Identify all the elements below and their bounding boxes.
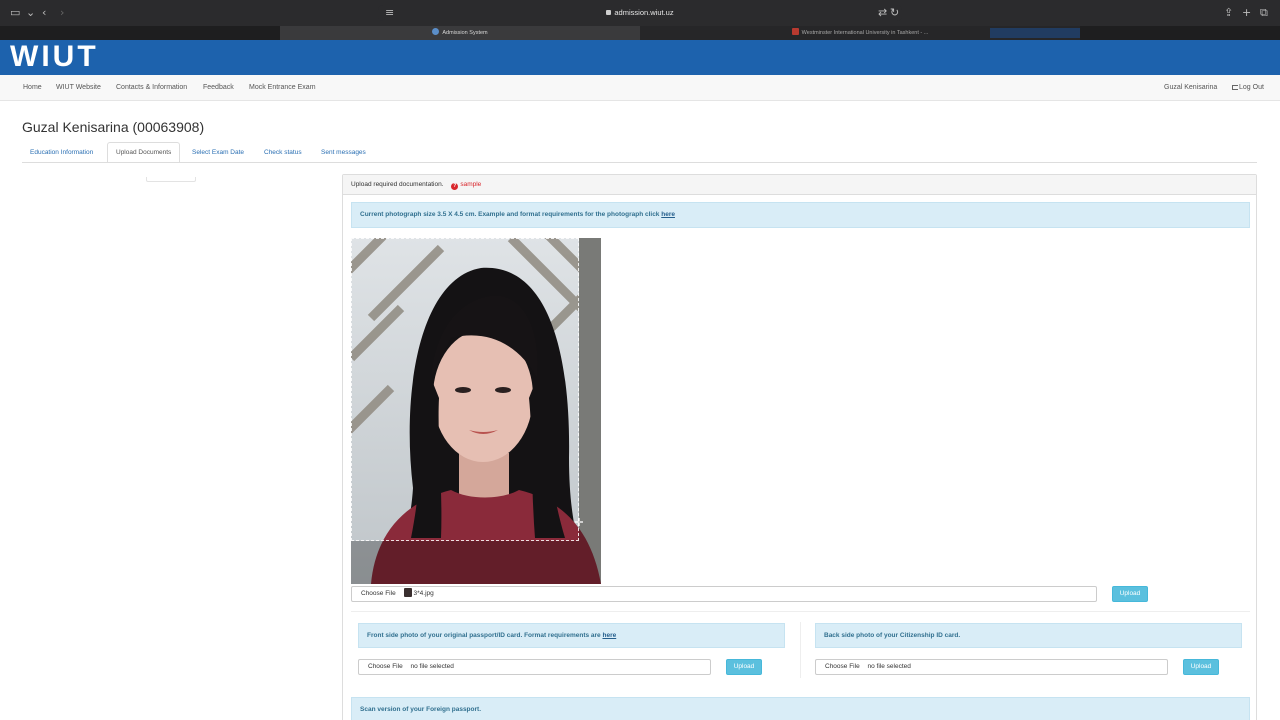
choose-file-button[interactable]: Choose File bbox=[362, 660, 409, 674]
site-header: WIUT bbox=[0, 40, 1280, 75]
passport-requirements-link[interactable]: here bbox=[602, 632, 616, 639]
page-menu-icon[interactable]: ≡ bbox=[385, 6, 394, 20]
id-back-upload-button[interactable]: Upload bbox=[1183, 659, 1219, 675]
tab-education-information[interactable]: Education Information bbox=[22, 143, 101, 163]
back-icon[interactable]: ‹ bbox=[42, 6, 46, 20]
logout-label: Log Out bbox=[1239, 84, 1264, 91]
share-icon[interactable]: ⇪ bbox=[1224, 6, 1233, 20]
nav-feedback[interactable]: Feedback bbox=[203, 75, 234, 101]
browser-toolbar: ▭ ⌄ ‹ › admission.wiut.uz ≡ ⇄ ↻ ⇪ + ⧉ bbox=[0, 0, 1280, 26]
tab-sent-messages[interactable]: Sent messages bbox=[313, 143, 374, 163]
tab-check-status[interactable]: Check status bbox=[256, 143, 310, 163]
address-bar[interactable]: admission.wiut.uz bbox=[378, 5, 902, 21]
photo-notice: Current photograph size 3.5 X 4.5 cm. Ex… bbox=[351, 202, 1250, 228]
id-back-file-input[interactable]: Choose File no file selected bbox=[815, 659, 1168, 675]
panel-heading: Upload required documentation. ? sample bbox=[343, 175, 1256, 195]
lock-icon bbox=[606, 10, 612, 15]
browser-tab-label: Westminster International University in … bbox=[801, 30, 929, 36]
sidebar-tab[interactable] bbox=[146, 177, 196, 182]
browser-tab-label: Admission System bbox=[442, 30, 488, 36]
foreign-passport-notice-text: Scan version of your Foreign passport. bbox=[360, 706, 481, 713]
selected-file-name: 3*4.jpg bbox=[413, 590, 434, 597]
crop-dim-right bbox=[579, 238, 601, 584]
sample-label: sample bbox=[460, 181, 482, 188]
browser-tab-admission[interactable]: Admission System bbox=[280, 26, 640, 40]
new-tab-icon[interactable]: + bbox=[1242, 6, 1251, 20]
id-back-notice: Back side photo of your Citizenship ID c… bbox=[815, 623, 1242, 648]
choose-file-button[interactable]: Choose File bbox=[355, 587, 402, 601]
panel-heading-text: Upload required documentation. bbox=[351, 181, 444, 188]
question-icon: ? bbox=[451, 183, 459, 190]
nav-mock-exam[interactable]: Mock Entrance Exam bbox=[249, 75, 316, 101]
tab-select-exam-date[interactable]: Select Exam Date bbox=[184, 143, 252, 163]
photo-notice-text: Current photograph size 3.5 X 4.5 cm. Ex… bbox=[360, 211, 662, 218]
nav-user-name[interactable]: Guzal Kenisarina bbox=[1164, 75, 1217, 101]
selected-file-name: no file selected bbox=[867, 663, 911, 670]
photo-preview[interactable]: ✛ bbox=[351, 238, 601, 584]
site-logo[interactable]: WIUT bbox=[10, 41, 99, 73]
sidebar-toggle-icon[interactable]: ▭ bbox=[10, 6, 20, 20]
chevron-down-icon[interactable]: ⌄ bbox=[26, 6, 35, 20]
reload-icon[interactable]: ↻ bbox=[890, 6, 899, 20]
foreign-passport-notice: Scan version of your Foreign passport. bbox=[351, 697, 1250, 720]
photo-requirements-link[interactable]: here bbox=[661, 211, 675, 218]
tab-overview-icon[interactable]: ⧉ bbox=[1260, 6, 1268, 20]
address-text: admission.wiut.uz bbox=[614, 8, 674, 17]
forward-icon[interactable]: › bbox=[60, 6, 64, 20]
main-nav: Home WIUT Website Contacts & Information… bbox=[0, 75, 1280, 101]
selected-file-name: no file selected bbox=[410, 663, 454, 670]
gmail-favicon-icon bbox=[791, 28, 799, 35]
nav-contacts[interactable]: Contacts & Information bbox=[116, 75, 187, 101]
choose-file-button[interactable]: Choose File bbox=[819, 660, 866, 674]
passport-front-notice-text: Front side photo of your original passpo… bbox=[367, 632, 603, 639]
site-favicon-icon bbox=[432, 28, 440, 35]
id-back-notice-text: Back side photo of your Citizenship ID c… bbox=[824, 632, 961, 639]
file-thumbnail-icon bbox=[403, 588, 412, 597]
logout-icon bbox=[1232, 85, 1238, 90]
nav-wiut-website[interactable]: WIUT Website bbox=[56, 75, 101, 101]
crop-selection[interactable] bbox=[351, 238, 579, 541]
translate-icon[interactable]: ⇄ bbox=[878, 6, 887, 20]
sample-link[interactable]: ? sample bbox=[451, 181, 482, 190]
nav-home[interactable]: Home bbox=[23, 75, 42, 101]
browser-tab-strip: Admission System Westminster Internation… bbox=[0, 26, 1280, 40]
logout-link[interactable]: Log Out bbox=[1232, 75, 1264, 101]
section-divider bbox=[351, 611, 1250, 612]
passport-front-file-input[interactable]: Choose File no file selected bbox=[358, 659, 711, 675]
tab-upload-documents[interactable]: Upload Documents bbox=[107, 142, 181, 163]
photo-file-input[interactable]: Choose File 3*4.jpg bbox=[351, 586, 1097, 602]
passport-front-upload-button[interactable]: Upload bbox=[726, 659, 762, 675]
tab-overlay bbox=[990, 28, 1080, 38]
tab-underline bbox=[22, 162, 1257, 163]
move-handle-icon[interactable]: ✛ bbox=[573, 517, 585, 529]
photo-upload-button[interactable]: Upload bbox=[1112, 586, 1148, 602]
column-divider bbox=[800, 622, 801, 678]
page-title: Guzal Kenisarina (00063908) bbox=[22, 119, 205, 135]
crop-dim-bottom bbox=[351, 541, 579, 584]
passport-front-notice: Front side photo of your original passpo… bbox=[358, 623, 785, 648]
